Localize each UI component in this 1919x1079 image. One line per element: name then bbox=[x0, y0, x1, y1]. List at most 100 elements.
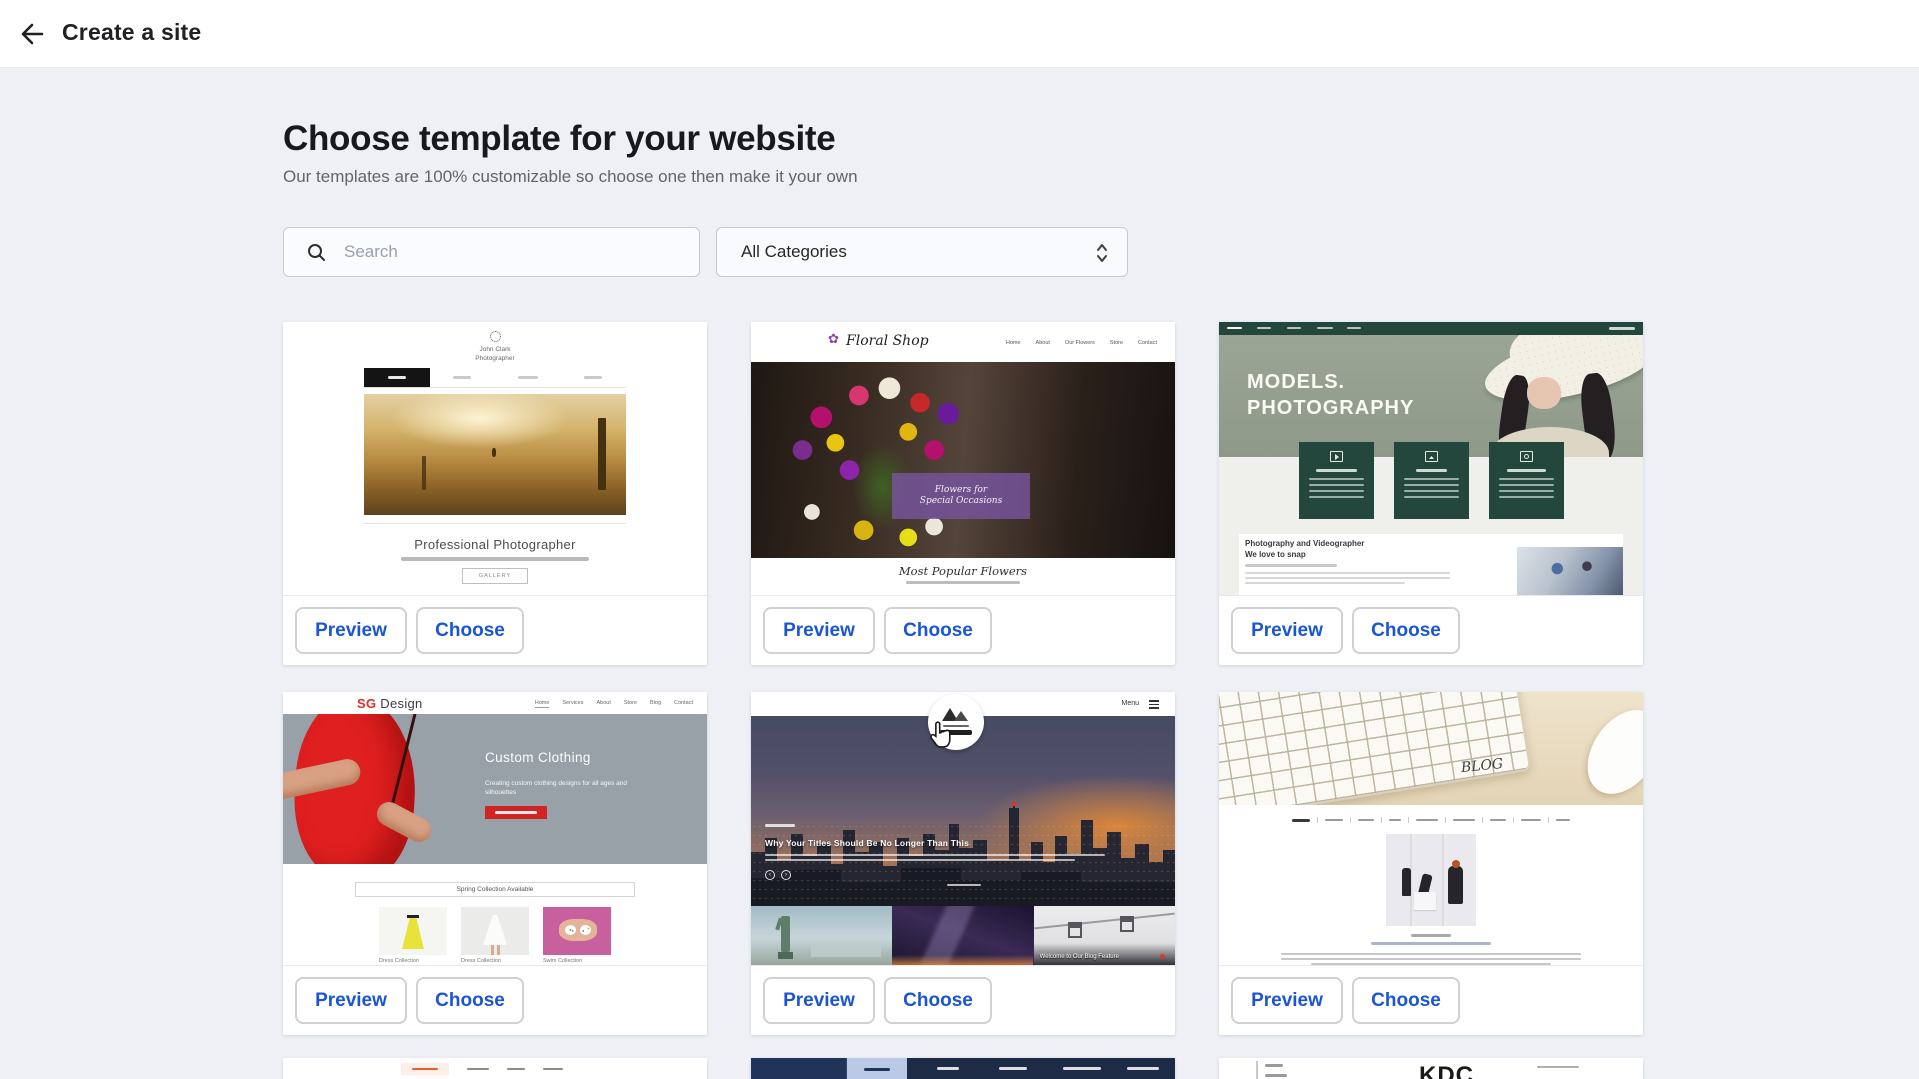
product-caption: Dress Collection bbox=[379, 958, 419, 964]
mini-site-headline: Professional Photographer bbox=[283, 537, 707, 552]
search-icon bbox=[307, 243, 326, 267]
search-input[interactable] bbox=[344, 228, 689, 276]
card-footer: Preview Choose bbox=[751, 595, 1175, 665]
mini-site-hero-title: Custom Clothing bbox=[485, 750, 591, 765]
mini-nav-item: Store bbox=[1110, 340, 1123, 346]
divider bbox=[364, 523, 626, 524]
search-box bbox=[283, 227, 700, 277]
mini-site-logo-name: John Clark bbox=[283, 346, 707, 353]
product-photo-dress-white bbox=[461, 907, 529, 955]
blog-thumb-caption: Welcome to Our Blog Feature bbox=[1040, 954, 1119, 960]
mini-site-brand: SG Design bbox=[357, 696, 423, 711]
mini-nav-item-active bbox=[847, 1058, 907, 1079]
app-header: Create a site bbox=[0, 0, 1919, 68]
product-photo-dress-yellow bbox=[379, 907, 447, 955]
mini-nav-item: About bbox=[1036, 340, 1050, 346]
salon-photo bbox=[1386, 834, 1476, 926]
template-thumbnail-partial-2[interactable] bbox=[751, 1058, 1175, 1079]
model-hero-photo: MODELS. PHOTOGRAPHY bbox=[1219, 335, 1643, 457]
mini-nav-item: Home bbox=[1006, 340, 1021, 346]
mini-site-nav bbox=[1261, 817, 1601, 823]
statue-of-liberty-photo bbox=[751, 906, 892, 965]
social-icons bbox=[1609, 327, 1635, 330]
template-thumbnail-photographer[interactable]: John Clark Photographer Professional Pho… bbox=[283, 322, 707, 595]
template-card bbox=[283, 1058, 707, 1079]
section-subtitle: Our templates are 100% customizable so c… bbox=[283, 167, 858, 187]
video-icon bbox=[1330, 451, 1343, 462]
keyboard-desk-photo: BLOG bbox=[1219, 692, 1643, 805]
field-photo bbox=[364, 394, 626, 515]
section-heading: Choose template for your website bbox=[283, 119, 835, 159]
preview-button[interactable]: Preview bbox=[295, 977, 407, 1024]
template-thumbnail-floral-shop[interactable]: ✿ Floral Shop Home About Our Flowers Sto… bbox=[751, 322, 1175, 595]
makeup-photo bbox=[1517, 547, 1623, 595]
category-dropdown-value: All Categories bbox=[741, 242, 847, 262]
choose-button[interactable]: Choose bbox=[1352, 977, 1460, 1024]
product-photo-swimwear bbox=[543, 907, 611, 955]
record-dot-icon bbox=[1160, 954, 1165, 959]
mini-site-shop-button bbox=[485, 806, 547, 819]
mini-site-brand: Floral Shop bbox=[846, 333, 929, 349]
mouse bbox=[1573, 697, 1643, 805]
keyboard bbox=[1219, 692, 1531, 805]
mini-site-menu-label: Menu bbox=[1121, 700, 1139, 707]
blog-thumbnails: Welcome to Our Blog Feature bbox=[751, 906, 1175, 965]
mini-site-subtext-line bbox=[906, 581, 1020, 584]
aperture-icon bbox=[490, 331, 501, 342]
template-thumbnail-partial-1[interactable] bbox=[283, 1058, 707, 1079]
image-icon bbox=[1425, 451, 1438, 462]
mini-site-nav: Home About Our Flowers Store Contact bbox=[1006, 340, 1157, 346]
mini-site-hero-title: Why Your Titles Should Be No Longer Than… bbox=[765, 838, 969, 848]
figure-head bbox=[1452, 860, 1460, 868]
template-card: BLOG Preview Choose bbox=[1219, 692, 1643, 1035]
template-card: John Clark Photographer Professional Pho… bbox=[283, 322, 707, 665]
choose-button[interactable]: Choose bbox=[416, 977, 524, 1024]
preview-button[interactable]: Preview bbox=[295, 607, 407, 654]
template-thumbnail-models-photography[interactable]: MODELS. PHOTOGRAPHY bbox=[1219, 322, 1643, 595]
page-title: Create a site bbox=[62, 19, 201, 46]
camera-icon bbox=[1520, 451, 1533, 462]
face bbox=[1527, 377, 1561, 409]
template-thumbnail-partial-3[interactable]: KDC bbox=[1219, 1058, 1643, 1079]
card-footer: Preview Choose bbox=[283, 595, 707, 665]
carousel-prev-icon: ‹ bbox=[765, 870, 775, 880]
mini-site-nav: HomeServicesAboutStoreBlogContact bbox=[535, 700, 693, 708]
card-footer: Preview Choose bbox=[751, 965, 1175, 1035]
stepper-updown-icon bbox=[1095, 241, 1109, 270]
template-card: ✿ Floral Shop Home About Our Flowers Sto… bbox=[751, 322, 1175, 665]
template-card: SG Design HomeServicesAboutStoreBlogCont… bbox=[283, 692, 707, 1035]
red-dress-photo: Custom Clothing Creating custom clothing… bbox=[283, 714, 707, 864]
template-thumbnail-city-blog[interactable]: Menu Why Your Titles Should Be No Longer… bbox=[751, 692, 1175, 965]
mini-site-hero-subtitle: Creating custom clothing designs for all… bbox=[485, 780, 645, 797]
template-thumbnail-sg-design[interactable]: SG Design HomeServicesAboutStoreBlogCont… bbox=[283, 692, 707, 965]
mini-site-gallery-button: GALLERY bbox=[462, 568, 528, 584]
mini-site-logo-area bbox=[751, 1058, 847, 1079]
feature-card bbox=[1489, 442, 1564, 519]
choose-button[interactable]: Choose bbox=[416, 607, 524, 654]
preview-button[interactable]: Preview bbox=[763, 607, 875, 654]
template-card: MODELS. PHOTOGRAPHY bbox=[1219, 322, 1643, 665]
feature-card bbox=[1394, 442, 1469, 519]
city-windows bbox=[751, 822, 1175, 906]
card-footer: Preview Choose bbox=[283, 965, 707, 1035]
back-arrow-icon[interactable] bbox=[16, 20, 46, 48]
mini-site-nav bbox=[1219, 322, 1643, 335]
choose-button[interactable]: Choose bbox=[884, 607, 992, 654]
choose-button[interactable]: Choose bbox=[1352, 607, 1460, 654]
carousel-next-icon: › bbox=[781, 870, 791, 880]
night-sky-photo bbox=[892, 906, 1033, 965]
mini-nav-item: Contact bbox=[1138, 340, 1157, 346]
category-dropdown[interactable]: All Categories bbox=[716, 227, 1128, 277]
preview-button[interactable]: Preview bbox=[1231, 977, 1343, 1024]
mini-site-article: Photography and Videographer We love to … bbox=[1239, 534, 1623, 595]
feature-card bbox=[1299, 442, 1374, 519]
mini-nav-item: Our Flowers bbox=[1065, 340, 1095, 346]
card-footer: Preview Choose bbox=[1219, 965, 1643, 1035]
choose-button[interactable]: Choose bbox=[884, 977, 992, 1024]
preview-button[interactable]: Preview bbox=[763, 977, 875, 1024]
template-card: Menu Why Your Titles Should Be No Longer… bbox=[751, 692, 1175, 1035]
mini-site-collection-banner: Spring Collection Available bbox=[355, 882, 635, 897]
hand-pointer-cursor-icon bbox=[928, 720, 954, 755]
template-thumbnail-desk-blog[interactable]: BLOG bbox=[1219, 692, 1643, 965]
preview-button[interactable]: Preview bbox=[1231, 607, 1343, 654]
